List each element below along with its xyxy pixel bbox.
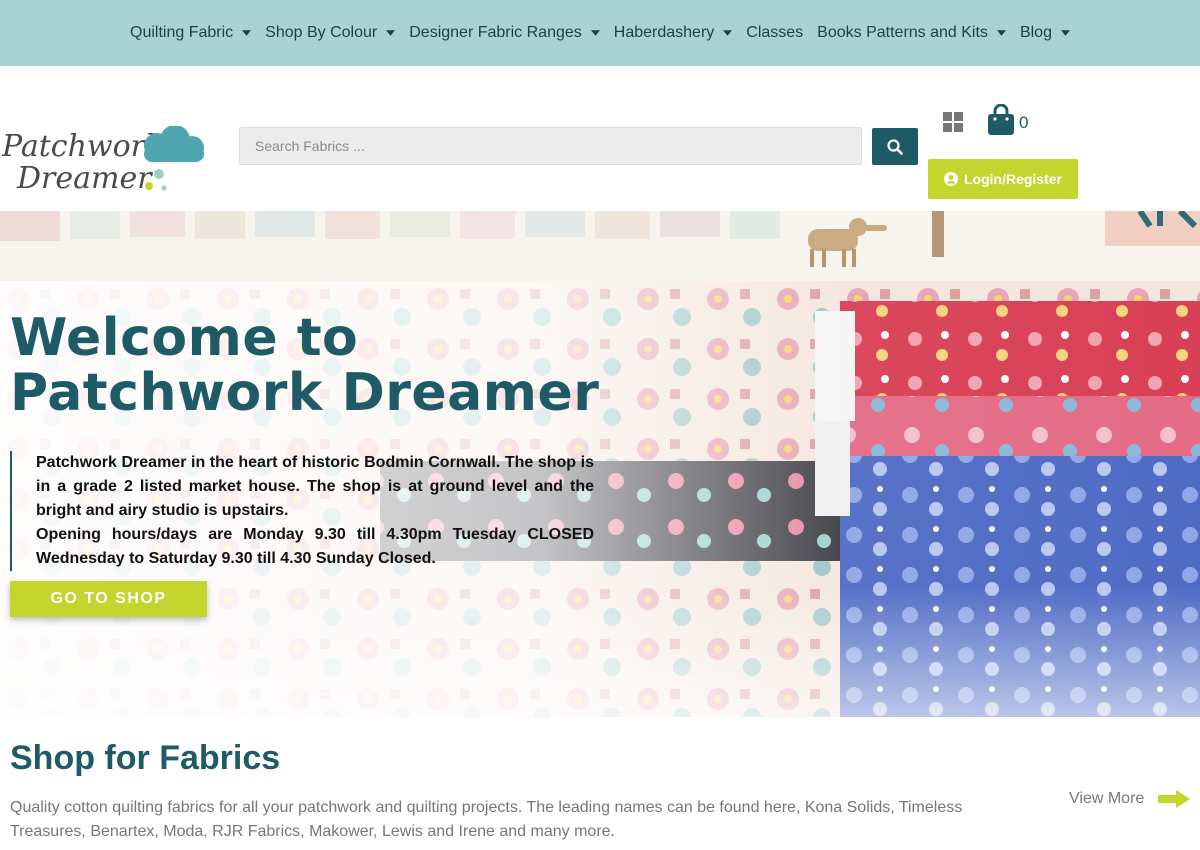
view-more-link[interactable]: View More [1069, 790, 1191, 808]
nav-item-label: Designer Fabric Ranges [409, 24, 582, 41]
nav-item-label: Blog [1019, 24, 1052, 41]
shop-fabrics-section: Shop for Fabrics Quality cotton quilting… [0, 717, 1200, 850]
shop-section-description: Quality cotton quilting fabrics for all … [10, 799, 963, 840]
user-circle-icon [943, 172, 958, 186]
chevron-down-icon [386, 30, 396, 36]
search-button[interactable] [872, 128, 918, 165]
login-register-button[interactable]: Login/Register [928, 159, 1078, 199]
logo-text-line1: Patchwork [2, 129, 163, 164]
chevron-down-icon [996, 30, 1006, 36]
nav-list: Quilting Fabric Shop By Colour Designer Fa… [123, 24, 1077, 42]
shopping-bag-icon[interactable] [987, 104, 1015, 136]
go-to-shop-button[interactable]: GO TO SHOP [10, 581, 207, 617]
logo-text-line2: Dreamer [16, 161, 153, 196]
hero-title-line1: Welcome to [10, 308, 359, 368]
decorative-banner-strip [0, 211, 1200, 281]
nav-item-books-patterns-and-kits[interactable]: Books Patterns and Kits [810, 24, 1013, 42]
nav-item-designer-fabric-ranges[interactable]: Designer Fabric Ranges [402, 24, 607, 42]
nav-item-label: Haberdashery [613, 24, 715, 41]
chevron-down-icon [242, 30, 252, 36]
nav-item-label: Books Patterns and Kits [817, 24, 988, 41]
nav-item-blog[interactable]: Blog [1013, 24, 1077, 42]
nav-item-haberdashery[interactable]: Haberdashery [607, 24, 740, 42]
nav-item-classes[interactable]: Classes [739, 24, 810, 42]
search-input[interactable] [239, 127, 862, 165]
cloud-icon [144, 126, 204, 191]
hero-section: Welcome to Patchwork Dreamer Patchwork D… [0, 281, 1200, 717]
arrow-right-icon [1158, 790, 1191, 808]
nav-item-label: Quilting Fabric [130, 24, 234, 41]
nav-item-label: Shop By Colour [265, 24, 378, 41]
nav-item-shop-by-colour[interactable]: Shop By Colour [258, 24, 402, 42]
search-icon [887, 138, 903, 155]
cart-count: 0 [1019, 113, 1029, 132]
nav-item-quilting-fabric[interactable]: Quilting Fabric [123, 24, 258, 42]
nav-item-label: Classes [746, 24, 804, 41]
chevron-down-icon [723, 30, 733, 36]
chevron-down-icon [590, 30, 600, 36]
hero-title-line2: Patchwork Dreamer [10, 363, 600, 423]
site-header: Patchwork Dreamer 0 [0, 66, 1200, 211]
view-more-label: View More [1069, 790, 1145, 807]
chevron-down-icon [1060, 30, 1070, 36]
hero-paragraph-about: Patchwork Dreamer in the heart of histor… [36, 454, 594, 519]
hero-description: Patchwork Dreamer in the heart of histor… [10, 451, 594, 571]
fabric-jars-illustration [0, 211, 1200, 281]
main-nav: Quilting Fabric Shop By Colour Designer Fa… [0, 0, 1200, 66]
hero-title: Welcome to Patchwork Dreamer [10, 311, 599, 421]
hero-paragraph-hours: Opening hours/days are Monday 9.30 till … [36, 526, 594, 567]
grid-icon[interactable] [943, 112, 963, 132]
shop-section-title: Shop for Fabrics [10, 739, 281, 777]
login-register-label: Login/Register [963, 171, 1062, 187]
patchwork-dreamer-logo[interactable]: Patchwork Dreamer [2, 126, 207, 198]
